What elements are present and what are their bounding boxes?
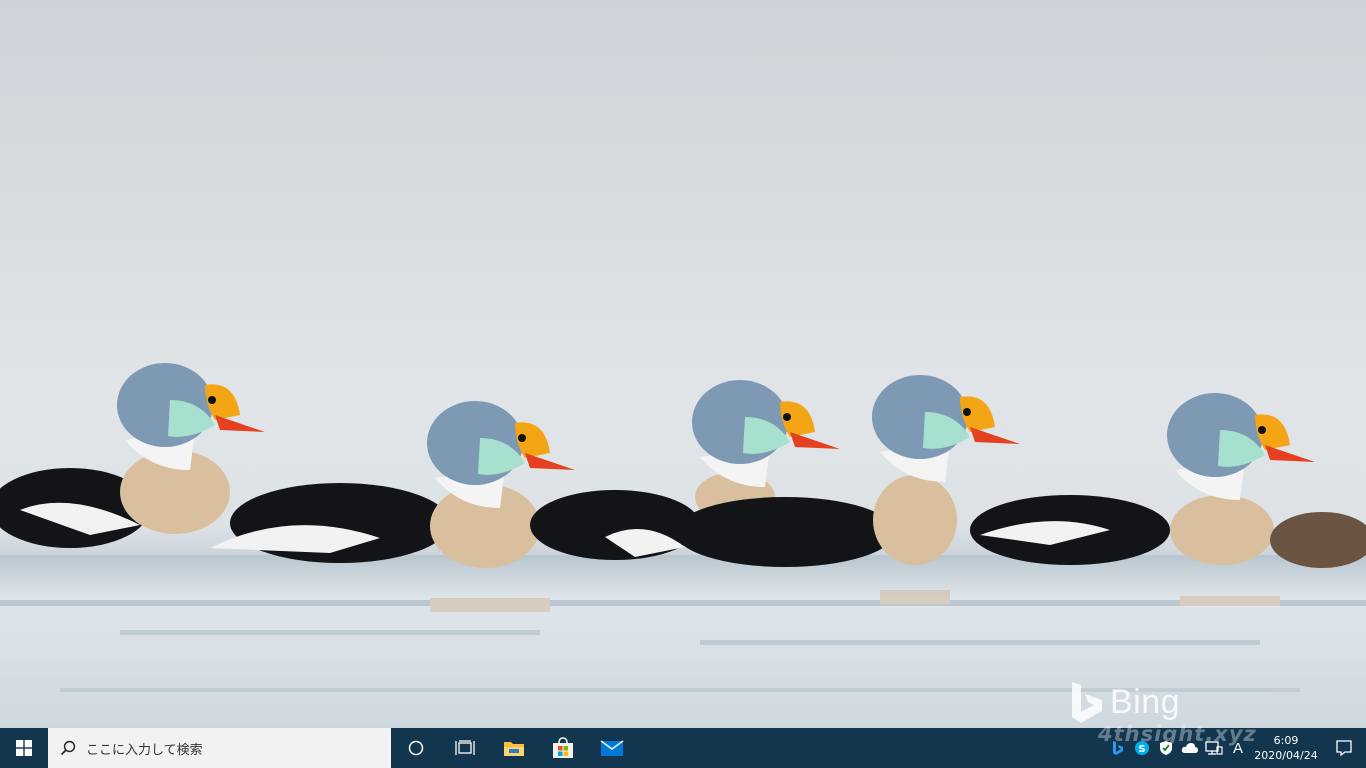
clock-date: 2020/04/24 bbox=[1254, 749, 1318, 762]
bing-icon bbox=[1113, 741, 1123, 755]
bing-logo-icon bbox=[1072, 682, 1102, 723]
file-explorer-button[interactable] bbox=[489, 728, 538, 768]
wallpaper-image bbox=[0, 363, 1366, 728]
system-tray: S A 6:09 2020/04/24 bbox=[1106, 728, 1366, 768]
skype-icon: S bbox=[1135, 741, 1149, 755]
skype-tray-button[interactable]: S bbox=[1130, 728, 1154, 768]
svg-text:S: S bbox=[1138, 744, 1145, 755]
duck-flock bbox=[0, 363, 1366, 568]
bing-watermark: Bing bbox=[1070, 680, 1180, 724]
network-icon bbox=[1205, 741, 1223, 755]
search-box[interactable]: ここに入力して検索 bbox=[48, 728, 391, 768]
action-center-icon bbox=[1336, 740, 1352, 756]
envelope-icon bbox=[600, 740, 623, 756]
onedrive-cloud-icon bbox=[1181, 743, 1198, 753]
bing-wordmark: Bing bbox=[1110, 682, 1181, 721]
desktop[interactable]: Bing bbox=[0, 0, 1366, 728]
task-view-icon bbox=[454, 740, 475, 755]
defender-tray-button[interactable] bbox=[1154, 728, 1178, 768]
clock[interactable]: 6:09 2020/04/24 bbox=[1250, 733, 1322, 763]
onedrive-tray-button[interactable] bbox=[1178, 728, 1202, 768]
mail-button[interactable] bbox=[587, 728, 636, 768]
circle-icon bbox=[408, 740, 423, 756]
start-button[interactable] bbox=[0, 728, 48, 768]
store-bag-icon bbox=[552, 737, 573, 758]
folder-icon bbox=[503, 742, 524, 756]
bing-tray-button[interactable] bbox=[1106, 728, 1130, 768]
clock-time: 6:09 bbox=[1273, 734, 1299, 747]
defender-shield-icon bbox=[1160, 741, 1172, 755]
search-placeholder: ここに入力して検索 bbox=[86, 742, 203, 758]
taskbar: ここに入力して検索 S A 6:09 2020/04/24 bbox=[0, 728, 1366, 768]
windows-logo-icon bbox=[16, 740, 32, 756]
search-icon bbox=[60, 740, 76, 756]
task-view-button[interactable] bbox=[440, 728, 489, 768]
cortana-button[interactable] bbox=[391, 728, 440, 768]
microsoft-store-button[interactable] bbox=[538, 728, 587, 768]
ime-indicator[interactable]: A bbox=[1226, 740, 1250, 757]
network-tray-button[interactable] bbox=[1202, 728, 1226, 768]
action-center-button[interactable] bbox=[1322, 728, 1366, 768]
